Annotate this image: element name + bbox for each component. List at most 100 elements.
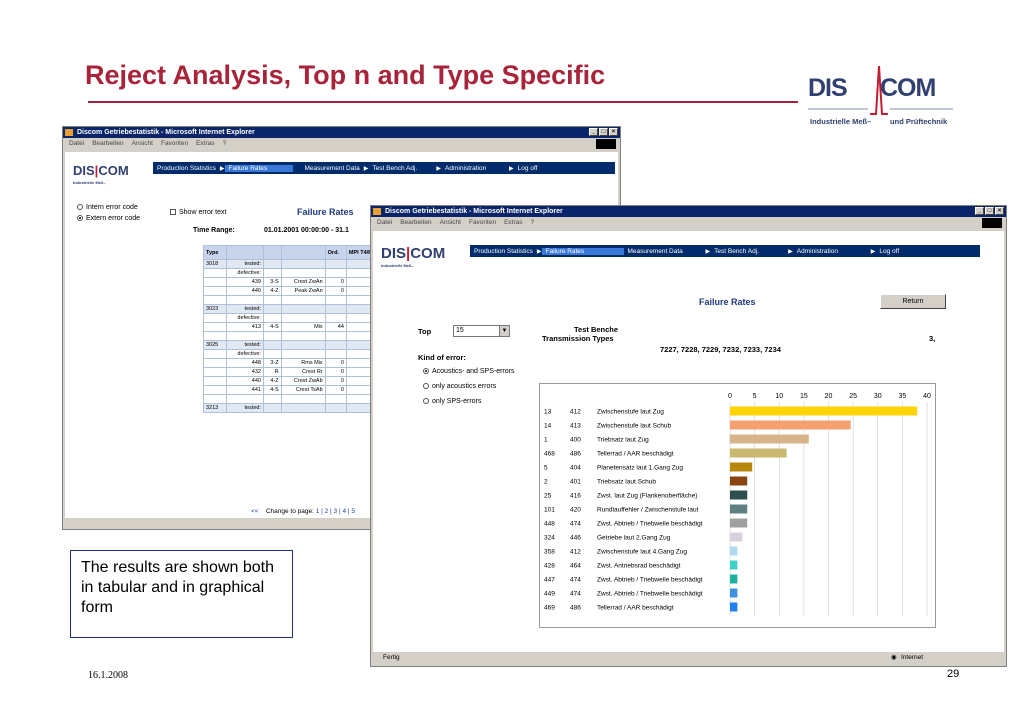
nav-failure-rates[interactable]: Failure Rates bbox=[541, 247, 624, 255]
pager-pages[interactable]: 1 | 2 | 3 | 4 | 5 bbox=[316, 508, 355, 515]
row-label: Zwst. Abtrieb / Triebwelle beschädigt bbox=[597, 591, 703, 598]
status-bar: Fertig ◉ Internet bbox=[371, 653, 1006, 663]
table-cell bbox=[280, 295, 326, 305]
menu-datei[interactable]: Datei bbox=[377, 217, 392, 229]
radio-extern-error[interactable]: Extern error code bbox=[77, 215, 140, 222]
table-cell bbox=[280, 259, 326, 269]
nav-measurement-data[interactable]: Measurement Data bbox=[624, 248, 706, 255]
menu-extras[interactable]: Extras bbox=[196, 138, 214, 150]
menu-ansicht[interactable]: Ansicht bbox=[132, 138, 153, 150]
table-cell bbox=[203, 277, 227, 287]
table-cell bbox=[262, 304, 282, 314]
row-col1: 448 bbox=[544, 521, 555, 528]
top-n-select[interactable]: 15 ▼ bbox=[453, 325, 510, 337]
minimize-icon[interactable]: _ bbox=[975, 207, 984, 215]
nav-log-off[interactable]: Log off bbox=[514, 165, 542, 172]
row-col2: 412 bbox=[570, 409, 581, 416]
title-rule bbox=[88, 101, 798, 103]
row-col2: 486 bbox=[570, 605, 581, 612]
row-label: Zwst. laut Zug (Flankenoberfläche) bbox=[597, 493, 697, 500]
chart-svg: 0 5 10 15 20 25 30 35 4013 412 Zwischenstufe laut … bbox=[544, 393, 931, 616]
maximize-icon[interactable]: □ bbox=[985, 207, 994, 215]
table-cell bbox=[203, 331, 227, 341]
x-tick-label: 10 bbox=[775, 393, 783, 400]
row-label: Zwst. Antriebsrad beschädigt bbox=[597, 563, 681, 570]
table-cell bbox=[203, 349, 227, 359]
menu-ansicht[interactable]: Ansicht bbox=[440, 217, 461, 229]
close-icon[interactable]: × bbox=[609, 128, 618, 136]
close-icon[interactable]: × bbox=[995, 207, 1004, 215]
table-header-cell: Type bbox=[203, 245, 227, 260]
table-cell bbox=[262, 349, 282, 359]
table-cell: 413 bbox=[225, 322, 264, 332]
radio-icon[interactable] bbox=[423, 383, 429, 390]
nav-log-off[interactable]: Log off bbox=[875, 248, 903, 255]
table-row: 4134-SMix443. bbox=[203, 322, 384, 332]
nav-production-statistics[interactable]: Production Statistics bbox=[153, 165, 220, 172]
row-label: Zwst. Abtrieb / Triebwelle beschädigt bbox=[597, 577, 703, 584]
show-error-text-checkbox[interactable]: Show error text bbox=[170, 209, 226, 216]
table-cell bbox=[280, 331, 326, 341]
table-row: 4414-SCrest TsAb00. bbox=[203, 385, 384, 395]
maximize-icon[interactable]: □ bbox=[599, 128, 608, 136]
radio-icon[interactable] bbox=[423, 368, 429, 375]
nav-administration[interactable]: Administration bbox=[793, 248, 871, 255]
radio-only-acoustics[interactable]: only acoustics errors bbox=[423, 383, 496, 390]
nav-administration[interactable]: Administration bbox=[441, 165, 509, 172]
chevron-down-icon[interactable]: ▼ bbox=[499, 326, 509, 336]
x-tick-label: 5 bbox=[753, 393, 757, 400]
table-header-cell bbox=[262, 245, 282, 260]
checkbox-icon[interactable] bbox=[170, 209, 176, 216]
nav-test-bench-adj[interactable]: Test Bench Adj. bbox=[368, 165, 436, 172]
menu-help[interactable]: ? bbox=[531, 217, 535, 229]
top-n-value: 15 bbox=[456, 327, 464, 334]
x-tick-label: 35 bbox=[898, 393, 906, 400]
table-cell: tested: bbox=[225, 304, 264, 314]
radio-intern-error[interactable]: Intern error code bbox=[77, 204, 138, 211]
radio-acoustics-sps[interactable]: Acoustics- and SPS-errors bbox=[423, 368, 514, 375]
menu-extras[interactable]: Extras bbox=[504, 217, 522, 229]
table-row: 4404-ZCrest ZwAb00. bbox=[203, 376, 384, 386]
row-col2: 412 bbox=[570, 549, 581, 556]
table-cell: 3023 bbox=[203, 304, 227, 314]
menu-favoriten[interactable]: Favoriten bbox=[161, 138, 188, 150]
table-cell: 448 bbox=[225, 358, 264, 368]
radio-icon[interactable] bbox=[77, 215, 83, 222]
table-header-cell bbox=[225, 245, 264, 260]
table-cell: 440 bbox=[225, 376, 264, 386]
table-cell: 4-S bbox=[262, 322, 282, 332]
table-cell bbox=[324, 331, 347, 341]
menu-favoriten[interactable]: Favoriten bbox=[469, 217, 496, 229]
row-col2: 464 bbox=[570, 563, 581, 570]
radio-icon[interactable] bbox=[423, 398, 429, 405]
minimize-icon[interactable]: _ bbox=[589, 128, 598, 136]
radio-only-sps[interactable]: only SPS-errors bbox=[423, 398, 481, 405]
nav-production-statistics[interactable]: Production Statistics bbox=[470, 248, 537, 255]
table-cell: Crest ZwAb bbox=[280, 376, 326, 386]
menu-datei[interactable]: Datei bbox=[69, 138, 84, 150]
window-titlebar[interactable]: Discom Getriebestatistik - Microsoft Int… bbox=[371, 206, 1006, 217]
return-button[interactable]: Return bbox=[880, 294, 946, 309]
nav-failure-rates[interactable]: Failure Rates bbox=[224, 164, 293, 172]
radio-icon[interactable] bbox=[77, 204, 83, 211]
pager-prev-link[interactable]: << bbox=[251, 508, 259, 515]
row-col1: 25 bbox=[544, 493, 552, 500]
table-cell: 439 bbox=[225, 277, 264, 287]
table-cell: 4-S bbox=[262, 385, 282, 395]
row-label: Zwst. Abtrieb / Triebwelle beschädigt bbox=[597, 521, 703, 528]
table-cell bbox=[203, 286, 227, 296]
table-row: 3023 tested: bbox=[203, 304, 384, 314]
x-tick-label: 15 bbox=[800, 393, 808, 400]
window-titlebar[interactable]: Discom Getriebestatistik - Microsoft Int… bbox=[63, 127, 620, 138]
nav-measurement-data[interactable]: Measurement Data bbox=[301, 165, 364, 172]
chart-bar bbox=[730, 504, 748, 514]
table-row: 4483-ZRms Mix00. bbox=[203, 358, 384, 368]
table-cell bbox=[280, 349, 326, 359]
menu-bearbeiten[interactable]: Bearbeiten bbox=[92, 138, 123, 150]
row-col2: 401 bbox=[570, 479, 581, 486]
menu-bearbeiten[interactable]: Bearbeiten bbox=[400, 217, 431, 229]
nav-test-bench-adj[interactable]: Test Bench Adj. bbox=[710, 248, 788, 255]
menu-help[interactable]: ? bbox=[223, 138, 227, 150]
table-cell bbox=[203, 385, 227, 395]
windows-logo-icon bbox=[982, 218, 1002, 228]
